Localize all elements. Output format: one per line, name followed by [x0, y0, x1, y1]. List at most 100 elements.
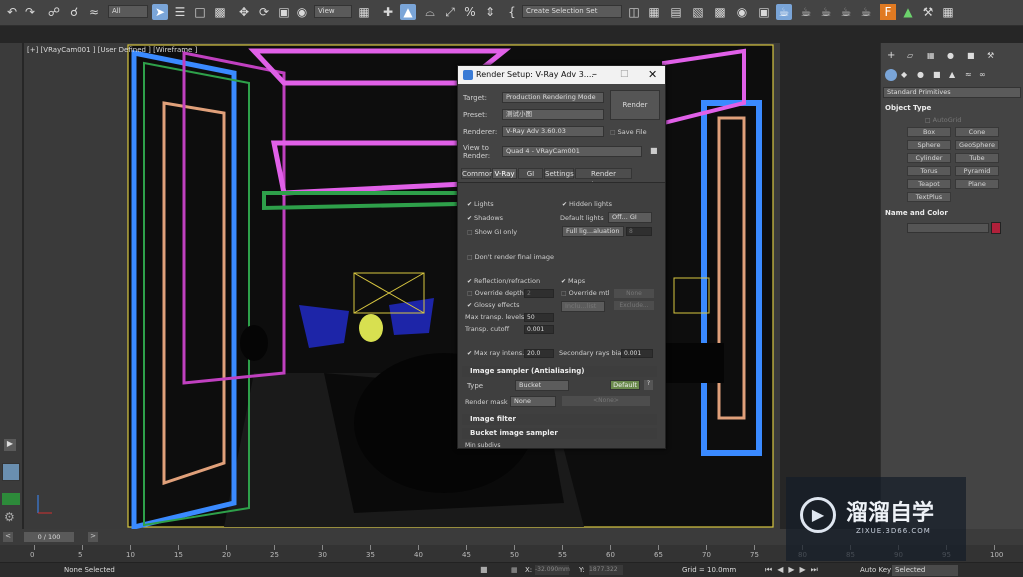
link-icon[interactable]: ☍ — [46, 4, 62, 20]
textplus-button[interactable]: TextPlus — [907, 192, 951, 202]
scene-state-icon[interactable] — [2, 493, 20, 505]
save-file-checkbox[interactable]: Save File — [610, 128, 647, 136]
torus-button[interactable]: Torus — [907, 166, 951, 176]
bind-spacewarp-icon[interactable]: ≈ — [86, 4, 102, 20]
keyboard-shortcut-icon[interactable]: ▲ — [400, 4, 416, 20]
selection-filter-select[interactable]: All — [108, 5, 148, 18]
abs-mode-icon[interactable]: ▦ — [511, 566, 518, 574]
mirror-icon[interactable]: ◫ — [626, 4, 642, 20]
move-icon[interactable]: ✥ — [236, 4, 252, 20]
cameras-icon[interactable]: ■ — [933, 70, 941, 79]
scale-icon[interactable]: ▣ — [276, 4, 292, 20]
tab-gi[interactable]: GI — [518, 168, 543, 179]
motion-tab-icon[interactable]: ● — [947, 51, 954, 60]
rendered-frame-icon[interactable]: ☕ — [776, 4, 792, 20]
plugin-grid-icon[interactable]: ▦ — [940, 4, 956, 20]
category-select[interactable]: Standard Primitives — [883, 87, 1021, 98]
pyramid-button[interactable]: Pyramid — [955, 166, 999, 176]
sphere-button[interactable]: Sphere — [907, 140, 951, 150]
frame-counter[interactable]: 0 / 100 — [24, 532, 74, 542]
glossy-effects-checkbox[interactable]: Glossy effects — [467, 301, 520, 309]
vray-frame-buffer-icon[interactable]: ☕ — [858, 4, 874, 20]
box-button[interactable]: Box — [907, 127, 951, 137]
full-lighting-select[interactable]: Full lig...aluation — [562, 226, 624, 237]
plugin-tree-icon[interactable]: ▲ — [900, 4, 916, 20]
lighting-spinner[interactable]: 8 — [626, 227, 652, 236]
preset-select[interactable]: 测试小图 — [502, 109, 604, 120]
exclude-button[interactable]: Exclude... — [614, 301, 654, 310]
autogrid-checkbox[interactable]: AutoGrid — [925, 116, 962, 124]
include-list-select[interactable]: Inclu...list — [561, 301, 605, 312]
tab-common[interactable]: Common — [461, 168, 494, 179]
utilities-tab-icon[interactable]: ⚒ — [987, 51, 994, 60]
select-manipulate-icon[interactable]: ✚ — [380, 4, 396, 20]
cone-button[interactable]: Cone — [955, 127, 999, 137]
plane-button[interactable]: Plane — [955, 179, 999, 189]
object-name-field[interactable] — [907, 223, 989, 233]
snap-toggle-icon[interactable]: ⌓ — [422, 4, 438, 20]
close-icon[interactable]: ✕ — [648, 68, 657, 81]
angle-snap-icon[interactable]: ⤢ — [442, 4, 458, 20]
placement-icon[interactable]: ◉ — [294, 4, 310, 20]
key-filter-select[interactable]: Selected — [892, 565, 958, 576]
object-type-title[interactable]: Object Type — [885, 104, 931, 112]
layer-explorer-icon[interactable]: ▦ — [646, 4, 662, 20]
secondary-bias-spinner[interactable]: 0.001 — [621, 349, 653, 358]
renderer-select[interactable]: V-Ray Adv 3.60.03 — [502, 126, 604, 137]
plugin-fp-icon[interactable]: F — [880, 4, 896, 20]
lights-icon[interactable]: ● — [917, 70, 924, 79]
reflection-refraction-checkbox[interactable]: Reflection/refraction — [467, 277, 540, 285]
render-iterative-icon[interactable]: ☕ — [818, 4, 834, 20]
render-button[interactable]: Render — [610, 90, 660, 120]
viewport-label[interactable]: [+] [VRayCam001 ] [User Defined ] [Wiref… — [27, 46, 197, 54]
image-sampler-rollout[interactable]: Image sampler (Antialiasing) — [462, 366, 657, 377]
spinner-snap-icon[interactable]: ⇕ — [482, 4, 498, 20]
y-coord-field[interactable]: 1877.322 — [589, 565, 623, 575]
geometry-icon[interactable] — [885, 69, 897, 81]
hierarchy-tab-icon[interactable]: ▦ — [927, 51, 935, 60]
render-setup-icon[interactable]: ▣ — [756, 4, 772, 20]
override-mtl-checkbox[interactable]: Override mtl — [561, 289, 610, 297]
select-by-name-icon[interactable]: ☰ — [172, 4, 188, 20]
pivot-center-icon[interactable]: ▦ — [356, 4, 372, 20]
view-to-render-select[interactable]: Quad 4 - VRayCam001 — [502, 146, 642, 157]
schematic-view-icon[interactable]: ▩ — [712, 4, 728, 20]
auto-key-button[interactable]: Auto Key — [860, 566, 891, 574]
edit-named-sets-icon[interactable]: { — [504, 4, 520, 20]
systems-icon[interactable]: ∞ — [979, 70, 986, 79]
scene-explorer-icon[interactable]: ▤ — [668, 4, 684, 20]
lock-icon[interactable]: ■ — [650, 146, 658, 155]
plugin-tools-icon[interactable]: ⚒ — [920, 4, 936, 20]
rect-selection-icon[interactable]: □ — [192, 4, 208, 20]
playback-controls-icon[interactable]: ⏮◀▶▶⏭ — [765, 565, 823, 575]
maximize-icon[interactable]: □ — [620, 69, 629, 79]
hidden-lights-checkbox[interactable]: Hidden lights — [562, 200, 612, 208]
spacewarps-icon[interactable]: ≈ — [965, 70, 972, 79]
tab-render-elements[interactable]: Render Elements — [575, 168, 632, 189]
lights-checkbox[interactable]: Lights — [467, 200, 494, 208]
max-ray-intens-spinner[interactable]: 20.0 — [524, 349, 554, 358]
helpers-icon[interactable]: ▲ — [949, 70, 955, 79]
named-selection-set-select[interactable]: Create Selection Set — [522, 5, 622, 18]
viewport-layout-icon[interactable] — [2, 463, 20, 481]
override-depth-spinner[interactable]: 2 — [524, 289, 554, 298]
lock-selection-icon[interactable]: ■ — [480, 565, 488, 574]
default-button[interactable]: Default — [610, 380, 640, 390]
tube-button[interactable]: Tube — [955, 153, 999, 163]
minimize-icon[interactable]: – — [592, 69, 597, 80]
geosphere-button[interactable]: GeoSphere — [955, 140, 999, 150]
viewport[interactable]: [+] [VRayCam001 ] [User Defined ] [Wiref… — [24, 43, 780, 529]
undo-icon[interactable]: ↶ — [4, 4, 20, 20]
material-editor-icon[interactable]: ◉ — [734, 4, 750, 20]
redo-icon[interactable]: ↷ — [22, 4, 38, 20]
display-tab-icon[interactable]: ■ — [967, 51, 975, 60]
bucket-sampler-rollout[interactable]: Bucket image sampler — [462, 428, 657, 439]
show-gi-only-checkbox[interactable]: Show GI only — [467, 228, 517, 236]
reference-coord-select[interactable]: View — [314, 5, 352, 18]
unlink-icon[interactable]: ☌ — [66, 4, 82, 20]
modify-tab-icon[interactable]: ▱ — [907, 51, 913, 60]
percent-snap-icon[interactable]: % — [462, 4, 478, 20]
object-color-swatch[interactable] — [991, 222, 1001, 234]
tab-vray[interactable]: V-Ray — [492, 168, 517, 179]
override-depth-checkbox[interactable]: Override depth — [467, 289, 524, 297]
